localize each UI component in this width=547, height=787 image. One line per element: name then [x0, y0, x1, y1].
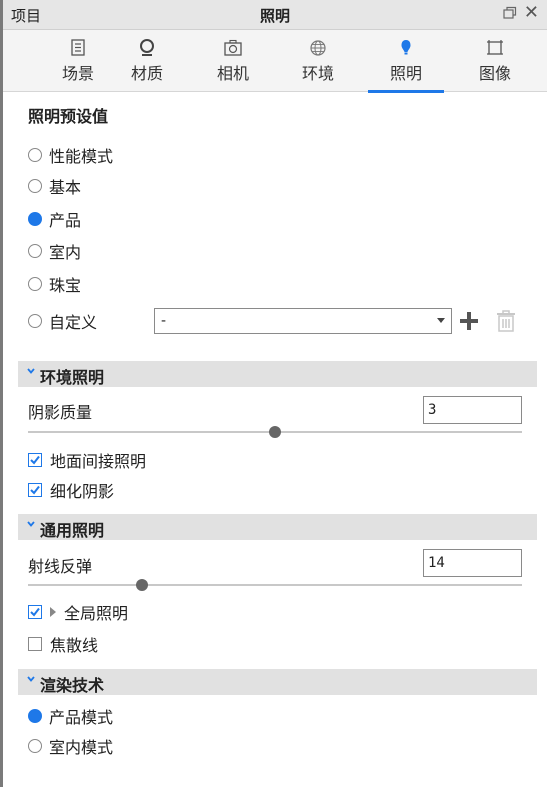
camera-icon	[224, 39, 242, 56]
restore-icon[interactable]	[503, 6, 517, 20]
radio-label: 室内模式	[49, 738, 114, 757]
tab-bar: 场景 材质 相机 环境 照明 图像	[3, 30, 547, 93]
render-technique-header[interactable]: 渲染技术	[18, 669, 537, 695]
expand-triangle-icon[interactable]	[50, 607, 56, 617]
preset-custom[interactable]: 自定义	[28, 309, 97, 333]
image-frame-icon	[487, 40, 503, 55]
shadow-quality-input[interactable]: 3	[423, 396, 522, 424]
tab-label: 照明	[389, 64, 422, 83]
radio-button[interactable]	[28, 179, 42, 193]
preset-performance[interactable]: 性能模式	[28, 143, 113, 167]
material-icon	[140, 39, 154, 56]
chevron-down-icon	[27, 368, 35, 374]
checkbox-checked[interactable]	[28, 483, 42, 497]
select-value: -	[161, 313, 167, 329]
checkbox-label: 细化阴影	[50, 482, 115, 501]
caustics-row[interactable]: 焦散线	[28, 633, 98, 655]
bulb-icon	[401, 40, 411, 55]
ray-bounces-label: 射线反弹	[28, 557, 93, 576]
render-product-mode[interactable]: 产品模式	[28, 704, 113, 728]
refine-shadows-row[interactable]: 细化阴影	[28, 479, 114, 501]
radio-button[interactable]	[28, 148, 42, 162]
tab-image[interactable]: 图像	[455, 30, 535, 92]
environment-lighting-header[interactable]: 环境照明	[18, 361, 537, 387]
tab-material[interactable]: 材质	[107, 30, 187, 92]
group-header-label: 渲染技术	[40, 676, 105, 695]
checkbox-label: 全局照明	[64, 604, 129, 623]
checkbox-checked[interactable]	[28, 453, 42, 467]
plus-icon[interactable]	[458, 310, 480, 332]
close-icon[interactable]: ✕	[524, 3, 539, 23]
ray-bounces-input[interactable]: 14	[423, 549, 522, 577]
list-icon	[71, 39, 85, 56]
ray-bounces-slider-thumb[interactable]	[135, 579, 148, 591]
tab-lighting[interactable]: 照明	[366, 30, 446, 93]
radio-button-selected[interactable]	[28, 709, 42, 723]
ground-indirect-row[interactable]: 地面间接照明	[28, 449, 146, 471]
radio-label: 性能模式	[49, 147, 114, 166]
radio-label: 基本	[49, 178, 82, 197]
chevron-down-icon	[27, 676, 35, 682]
preset-product[interactable]: 产品	[28, 207, 81, 231]
custom-preset-select[interactable]: -	[154, 308, 452, 334]
group-header-label: 通用照明	[40, 521, 105, 540]
tab-environment[interactable]: 环境	[278, 30, 358, 92]
checkbox-label: 地面间接照明	[50, 452, 147, 471]
trash-icon[interactable]	[494, 309, 518, 333]
radio-label: 自定义	[49, 313, 98, 332]
panel-titlebar: 项目 照明 ✕	[3, 0, 547, 30]
global-illumination-row[interactable]: 全局照明	[28, 601, 128, 623]
group-header-label: 环境照明	[40, 368, 105, 387]
globe-icon	[310, 40, 326, 56]
tab-label: 场景	[61, 64, 94, 83]
chevron-down-icon	[27, 521, 35, 527]
preset-basic[interactable]: 基本	[28, 174, 81, 198]
chevron-down-icon	[437, 318, 445, 323]
checkbox-unchecked[interactable]	[28, 637, 42, 651]
tab-label: 相机	[216, 64, 249, 83]
checkbox-label: 焦散线	[50, 636, 99, 655]
radio-button[interactable]	[28, 244, 42, 258]
shadow-quality-label: 阴影质量	[28, 403, 93, 422]
preset-jewelry[interactable]: 珠宝	[28, 272, 81, 296]
render-interior-mode[interactable]: 室内模式	[28, 734, 113, 758]
radio-button-selected[interactable]	[28, 212, 42, 226]
radio-button[interactable]	[28, 739, 42, 753]
panel-left-edge	[0, 0, 3, 787]
tab-label: 图像	[478, 64, 511, 83]
radio-label: 室内	[49, 243, 82, 262]
panel-title: 照明	[259, 7, 290, 25]
active-tab-indicator	[368, 90, 444, 93]
checkbox-checked[interactable]	[28, 605, 42, 619]
presets-title: 照明预设值	[28, 107, 109, 126]
tab-label: 材质	[130, 64, 163, 83]
ray-bounces-slider-track[interactable]	[28, 584, 522, 586]
tab-scene[interactable]: 场景	[38, 30, 118, 92]
radio-button[interactable]	[28, 277, 42, 291]
preset-interior[interactable]: 室内	[28, 239, 81, 263]
tab-label: 环境	[301, 64, 334, 83]
tab-camera[interactable]: 相机	[193, 30, 273, 92]
general-lighting-header[interactable]: 通用照明	[18, 514, 537, 540]
radio-label: 珠宝	[49, 276, 82, 295]
radio-label: 产品	[49, 211, 82, 230]
radio-button[interactable]	[28, 314, 42, 328]
radio-label: 产品模式	[49, 708, 114, 727]
shadow-quality-slider-thumb[interactable]	[269, 426, 281, 438]
